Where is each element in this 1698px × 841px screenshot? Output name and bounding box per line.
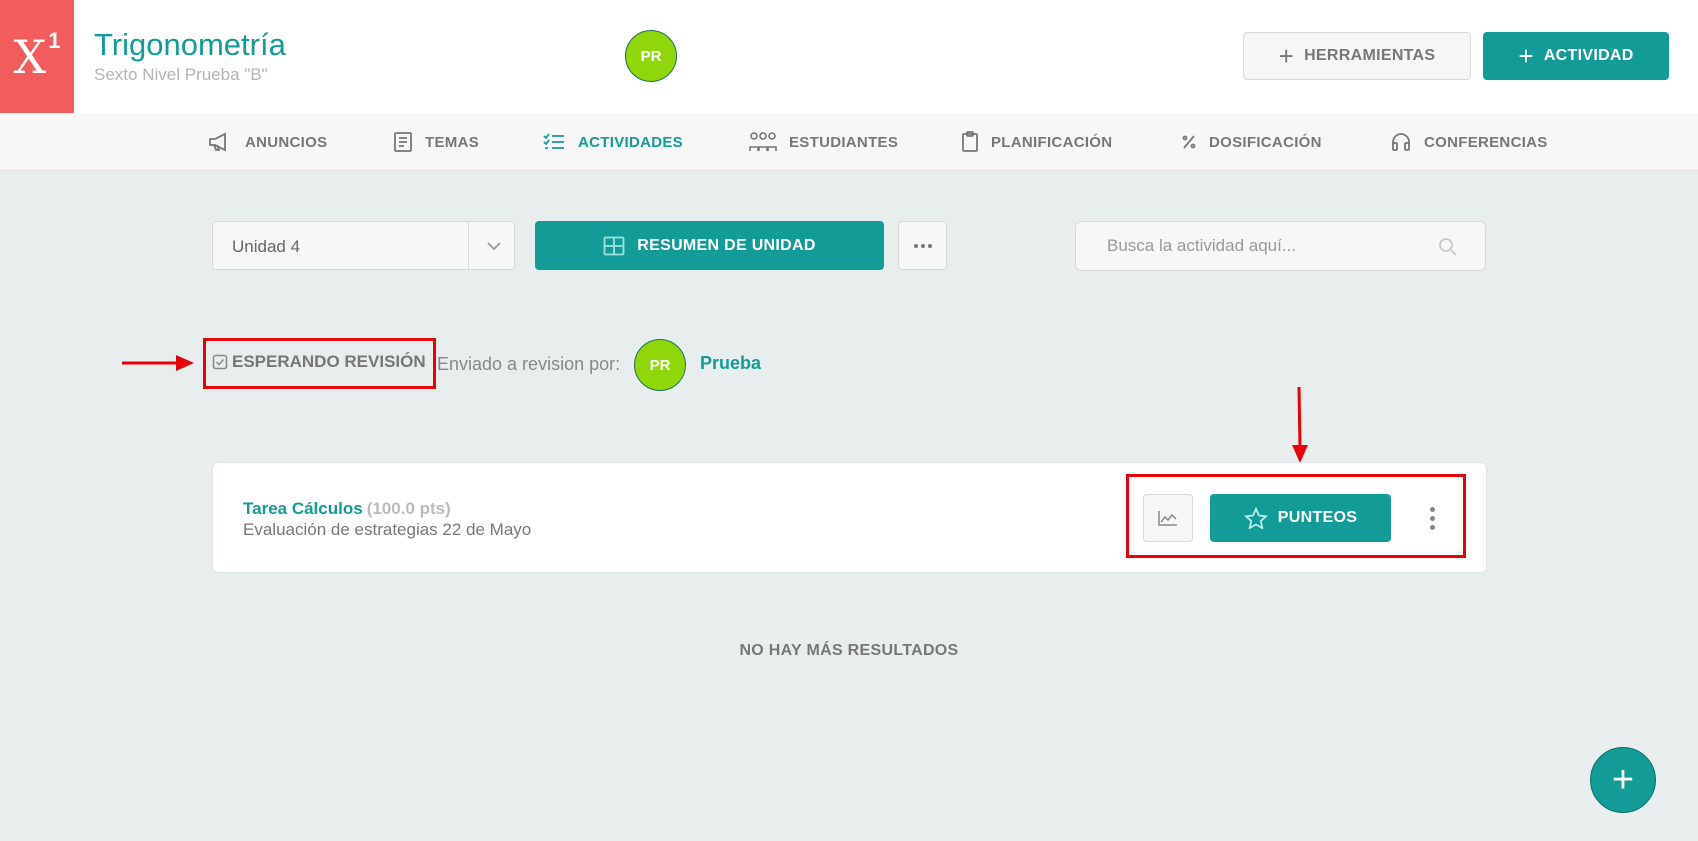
ellipsis-icon — [913, 243, 932, 248]
course-subtitle: Sexto Nivel Prueba "B" — [94, 65, 268, 84]
nav-item-temas[interactable]: TEMAS — [393, 113, 479, 171]
kebab-dot — [1429, 515, 1435, 521]
book-icon — [394, 132, 412, 152]
logo-superscript: 1 — [48, 27, 61, 53]
course-nav: ANUNCIOS TEMAS ACTIVIDADES ESTUDIANTES P… — [0, 113, 1698, 171]
punteos-button-label: PUNTEOS — [1277, 509, 1358, 526]
new-activity-button[interactable]: + ACTIVIDAD — [1483, 32, 1669, 80]
course-title: Trigonometría — [94, 27, 286, 62]
tools-button[interactable]: + HERRAMIENTAS — [1243, 32, 1471, 80]
nav-item-label: ESTUDIANTES — [789, 133, 899, 151]
user-avatar[interactable]: PR — [625, 30, 677, 82]
statistics-button[interactable] — [1143, 494, 1193, 542]
annotation-arrow-right — [122, 355, 194, 371]
plus-icon: + — [1518, 41, 1534, 71]
headset-icon — [1392, 133, 1410, 151]
unit-select-value: Unidad 4 — [232, 237, 301, 256]
unit-select[interactable]: Unidad 4 — [212, 221, 515, 270]
review-status-label: ESPERANDO REVISIÓN — [232, 352, 426, 371]
nav-item-dosificacion[interactable]: DOSIFICACIÓN — [1181, 113, 1322, 171]
activity-description: Evaluación de estrategias 22 de Mayo — [243, 520, 532, 539]
activity-title[interactable]: Tarea Cálculos — [243, 499, 363, 518]
students-icon — [749, 132, 777, 151]
search-input[interactable] — [1076, 222, 1436, 270]
grid-icon — [603, 236, 625, 255]
activity-search — [1075, 221, 1486, 271]
percent-icon — [1182, 135, 1196, 149]
activity-title-row: Tarea Cálculos (100.0 pts) — [243, 499, 451, 519]
app-header: X1 Trigonometría Sexto Nivel Prueba "B" … — [0, 0, 1698, 113]
clipboard-icon — [962, 131, 978, 152]
search-icon[interactable] — [1438, 237, 1458, 257]
sent-by-text: Enviado a revision por: — [437, 354, 621, 374]
area-chart-icon — [1158, 511, 1177, 526]
reviewer-avatar: PR — [634, 339, 686, 391]
chevron-down-icon — [487, 242, 501, 251]
unit-summary-button[interactable]: RESUMEN DE UNIDAD — [535, 221, 884, 270]
kebab-dot — [1429, 506, 1435, 512]
app-logo[interactable]: X1 — [0, 0, 74, 113]
annotation-arrow-down — [1292, 386, 1308, 463]
review-status: ESPERANDO REVISIÓN — [212, 352, 426, 372]
plus-icon: + — [1278, 41, 1295, 71]
nav-item-conferencias[interactable]: CONFERENCIAS — [1390, 113, 1548, 171]
nav-item-label: TEMAS — [425, 133, 479, 151]
punteos-button[interactable]: PUNTEOS — [1210, 494, 1391, 542]
logo-letter: X — [13, 29, 47, 84]
select-divider — [468, 222, 469, 269]
new-activity-button-label: ACTIVIDAD — [1543, 47, 1634, 64]
more-options-button[interactable] — [898, 221, 947, 270]
megaphone-icon — [209, 132, 226, 152]
nav-item-label: ANUNCIOS — [245, 133, 328, 151]
tools-button-label: HERRAMIENTAS — [1304, 47, 1436, 64]
nav-item-actividades[interactable]: ACTIVIDADES — [542, 113, 683, 171]
kebab-dot — [1429, 524, 1435, 530]
nav-item-label: PLANIFICACIÓN — [991, 133, 1113, 151]
nav-item-label: DOSIFICACIÓN — [1209, 133, 1322, 151]
no-more-results: NO HAY MÁS RESULTADOS — [739, 642, 959, 659]
activity-points: (100.0 pts) — [366, 499, 451, 518]
add-fab-button[interactable]: + — [1590, 747, 1656, 813]
nav-item-label: ACTIVIDADES — [578, 133, 683, 151]
nav-item-planificacion[interactable]: PLANIFICACIÓN — [961, 113, 1112, 171]
star-icon — [1243, 507, 1268, 529]
nav-item-label: CONFERENCIAS — [1424, 133, 1548, 151]
reviewer-name[interactable]: Prueba — [700, 353, 761, 374]
activity-menu-button[interactable] — [1420, 500, 1444, 536]
nav-item-anuncios[interactable]: ANUNCIOS — [207, 113, 327, 171]
checklist-icon — [543, 133, 564, 149]
nav-item-estudiantes[interactable]: ESTUDIANTES — [749, 113, 898, 171]
unit-summary-label: RESUMEN DE UNIDAD — [637, 236, 816, 254]
checkbox-checked-icon — [212, 354, 228, 370]
